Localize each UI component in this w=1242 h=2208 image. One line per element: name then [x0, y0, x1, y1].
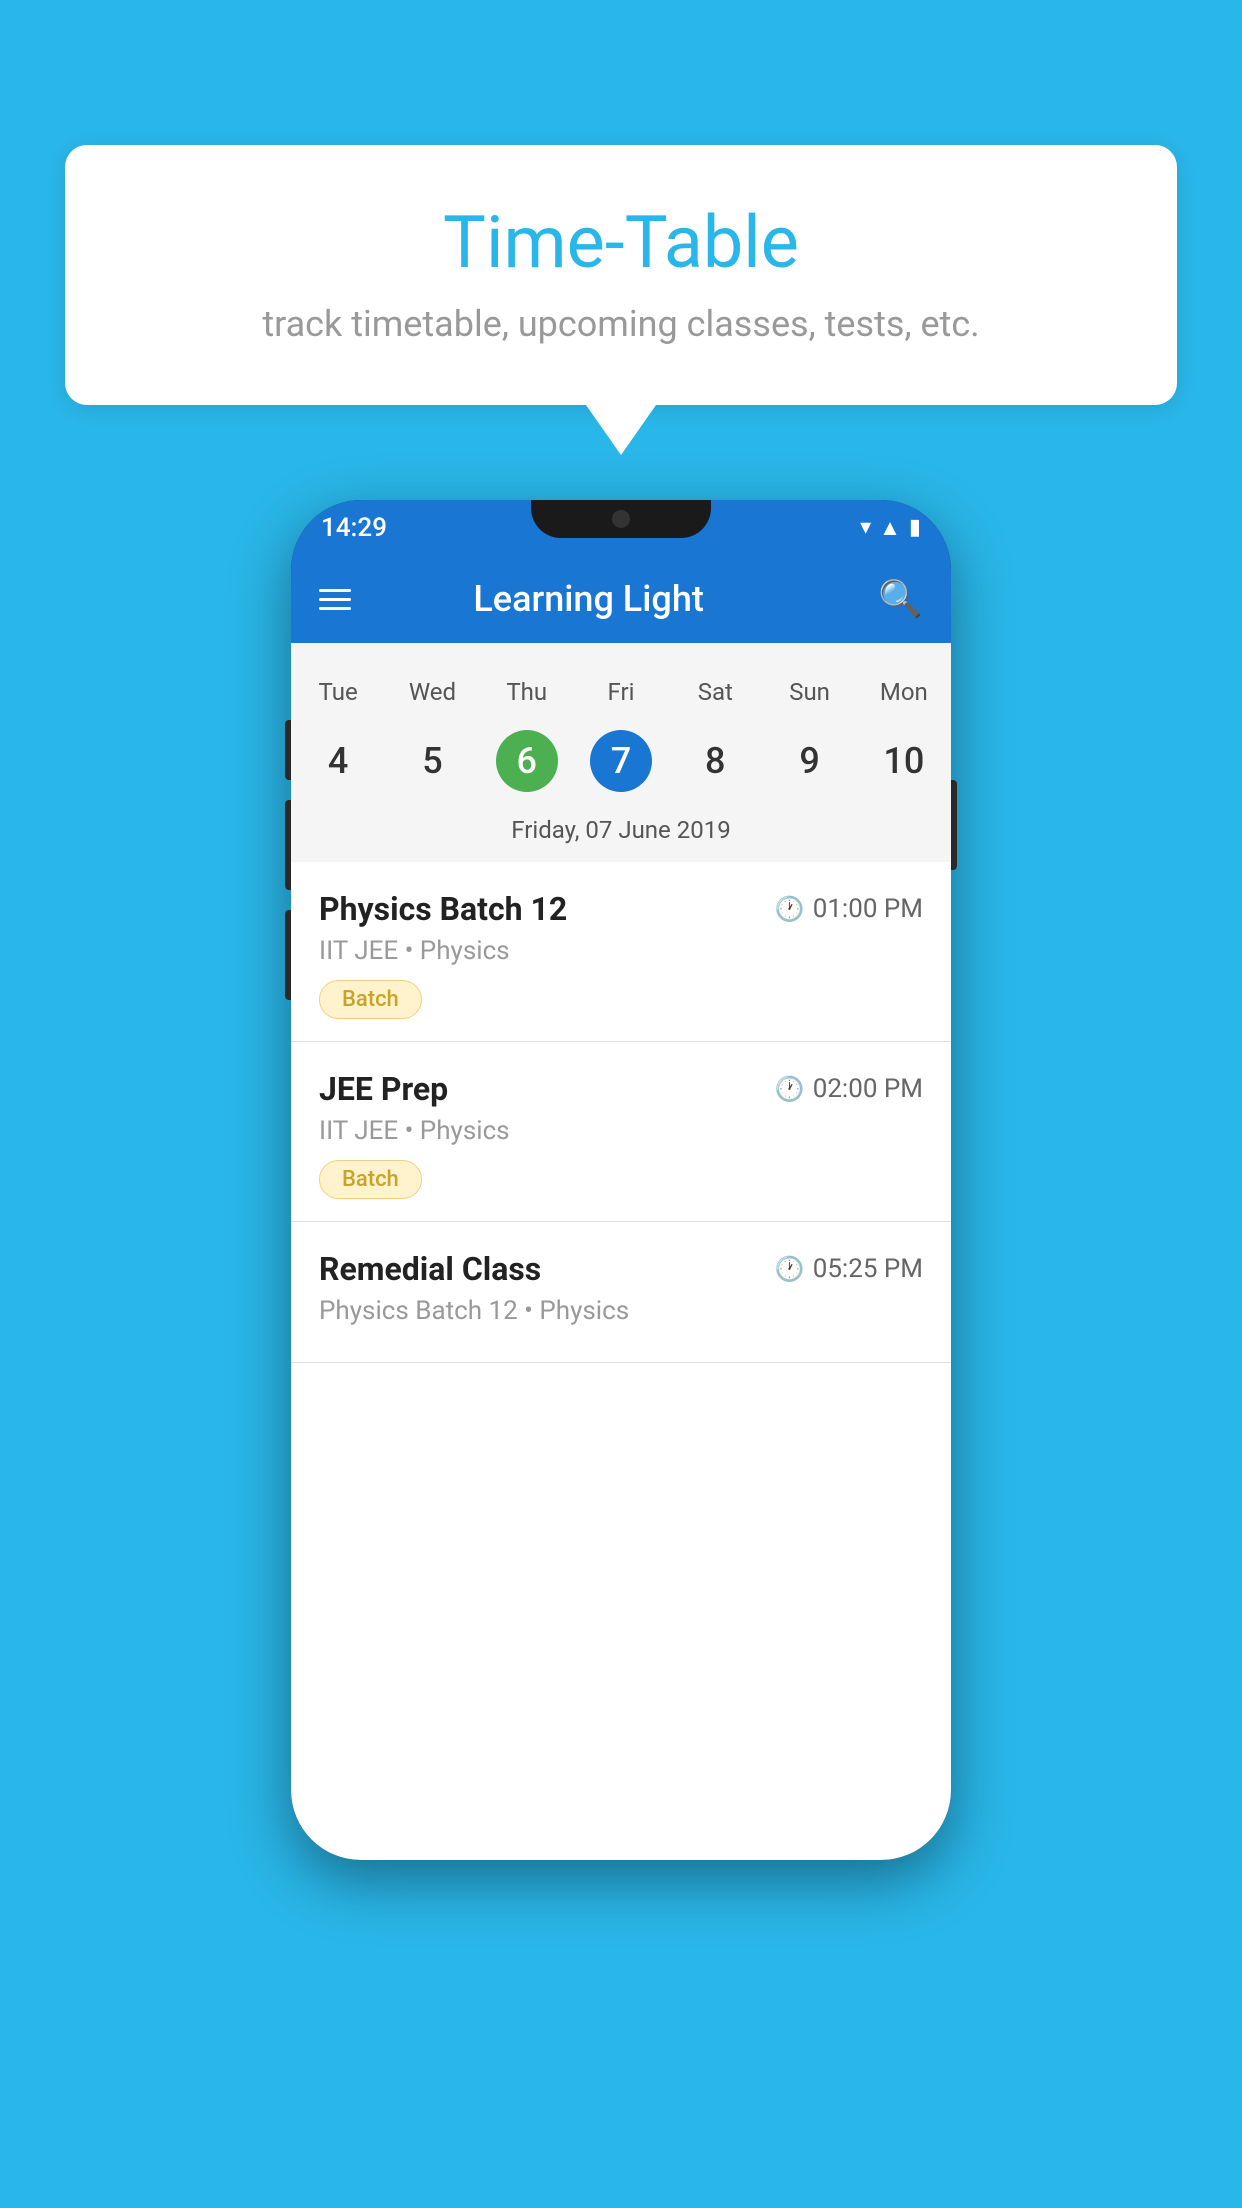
item-1-title: Physics Batch 12 [319, 890, 567, 928]
schedule-item-2[interactable]: JEE Prep 🕐 02:00 PM IIT JEE • Physics Ba… [291, 1042, 951, 1222]
date-cell-5[interactable]: 5 [385, 726, 479, 796]
date-8: 8 [684, 730, 746, 792]
phone-frame: 14:29 ▾ ▲ ▮ Learning Light 🔍 [291, 500, 951, 1860]
schedule-container: Physics Batch 12 🕐 01:00 PM IIT JEE • Ph… [291, 862, 951, 1860]
calendar-section: Tue Wed Thu Fri Sat Sun Mon 4 5 [291, 643, 951, 862]
date-cell-6[interactable]: 6 [480, 726, 574, 796]
signal-icon: ▲ [879, 515, 901, 541]
side-button-right [951, 780, 957, 870]
day-label-sun: Sun [762, 673, 856, 711]
speech-bubble-subtitle: track timetable, upcoming classes, tests… [125, 303, 1117, 345]
status-time: 14:29 [321, 513, 387, 543]
date-4: 4 [307, 730, 369, 792]
item-2-header: JEE Prep 🕐 02:00 PM [319, 1070, 923, 1108]
day-label-sat: Sat [668, 673, 762, 711]
wifi-icon: ▾ [860, 515, 871, 540]
day-label-wed: Wed [385, 673, 479, 711]
item-3-header: Remedial Class 🕐 05:25 PM [319, 1250, 923, 1288]
date-6-today: 6 [496, 730, 558, 792]
phone-notch [531, 500, 711, 538]
phone-container: 14:29 ▾ ▲ ▮ Learning Light 🔍 [291, 500, 951, 1860]
clock-icon-3: 🕐 [775, 1255, 805, 1283]
item-1-time: 🕐 01:00 PM [775, 894, 923, 924]
schedule-item-1[interactable]: Physics Batch 12 🕐 01:00 PM IIT JEE • Ph… [291, 862, 951, 1042]
item-3-subtitle: Physics Batch 12 • Physics [319, 1296, 923, 1326]
date-9: 9 [779, 730, 841, 792]
status-icons: ▾ ▲ ▮ [860, 515, 921, 541]
day-label-mon: Mon [857, 673, 951, 711]
date-7-selected: 7 [590, 730, 652, 792]
app-title: Learning Light [319, 578, 858, 620]
speech-bubble-container: Time-Table track timetable, upcoming cla… [65, 145, 1177, 455]
item-1-header: Physics Batch 12 🕐 01:00 PM [319, 890, 923, 928]
item-2-subtitle: IIT JEE • Physics [319, 1116, 923, 1146]
clock-icon-1: 🕐 [775, 895, 805, 923]
date-cell-10[interactable]: 10 [857, 726, 951, 796]
item-3-time: 🕐 05:25 PM [775, 1254, 923, 1284]
day-label-fri: Fri [574, 673, 668, 711]
date-10: 10 [873, 730, 935, 792]
phone-screen: 14:29 ▾ ▲ ▮ Learning Light 🔍 [291, 500, 951, 1860]
item-3-title: Remedial Class [319, 1250, 541, 1288]
day-label-tue: Tue [291, 673, 385, 711]
date-cell-8[interactable]: 8 [668, 726, 762, 796]
selected-date-label: Friday, 07 June 2019 [291, 811, 951, 862]
days-row: Tue Wed Thu Fri Sat Sun Mon [291, 663, 951, 721]
date-cell-4[interactable]: 4 [291, 726, 385, 796]
date-cell-9[interactable]: 9 [762, 726, 856, 796]
item-1-badge: Batch [319, 980, 422, 1019]
battery-icon: ▮ [909, 515, 921, 540]
day-label-thu: Thu [480, 673, 574, 711]
schedule-item-3[interactable]: Remedial Class 🕐 05:25 PM Physics Batch … [291, 1222, 951, 1363]
phone-camera [612, 510, 630, 528]
date-5: 5 [401, 730, 463, 792]
speech-bubble-arrow [586, 405, 656, 455]
item-2-title: JEE Prep [319, 1070, 448, 1108]
speech-bubble: Time-Table track timetable, upcoming cla… [65, 145, 1177, 405]
search-icon[interactable]: 🔍 [878, 578, 923, 620]
clock-icon-2: 🕐 [775, 1075, 805, 1103]
app-bar: Learning Light 🔍 [291, 555, 951, 643]
item-2-time: 🕐 02:00 PM [775, 1074, 923, 1104]
item-1-subtitle: IIT JEE • Physics [319, 936, 923, 966]
dates-row: 4 5 6 7 8 9 [291, 721, 951, 811]
date-cell-7[interactable]: 7 [574, 726, 668, 796]
item-2-badge: Batch [319, 1160, 422, 1199]
speech-bubble-title: Time-Table [125, 200, 1117, 285]
